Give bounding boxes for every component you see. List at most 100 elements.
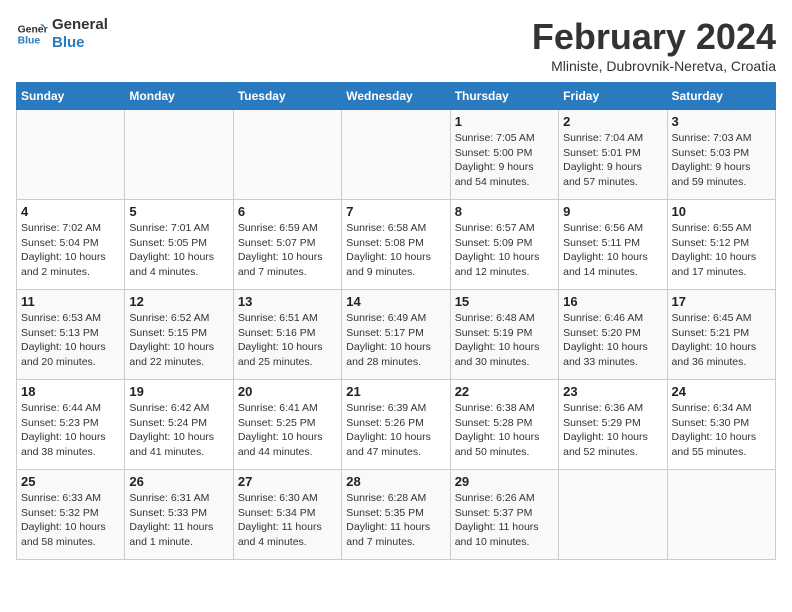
calendar-cell: 17Sunrise: 6:45 AMSunset: 5:21 PMDayligh… [667,290,775,380]
calendar-cell: 20 Sunrise: 6:41 AMSunset: 5:25 PMDayligh… [233,380,341,470]
calendar-week-3: 11 Sunrise: 6:53 AMSunset: 5:13 PMDayligh… [17,290,776,380]
weekday-header-thursday: Thursday [450,83,558,110]
svg-text:Blue: Blue [18,36,41,47]
day-number: 24 [672,384,771,399]
calendar-cell [342,110,450,200]
day-number: 9 [563,204,662,219]
title-block: February 2024 Mliniste, Dubrovnik-Neretv… [532,16,776,74]
day-number: 26 [129,474,228,489]
calendar-cell: 18 Sunrise: 6:44 AMSunset: 5:23 PMDayligh… [17,380,125,470]
logo: General Blue General Blue [16,16,108,52]
calendar-cell: 3 Sunrise: 7:03 AMSunset: 5:03 PMDaylight… [667,110,775,200]
day-info: Sunrise: 7:05 AMSunset: 5:00 PMDaylight:… [455,131,554,190]
weekday-header-tuesday: Tuesday [233,83,341,110]
day-info: Sunrise: 6:55 AMSunset: 5:12 PMDaylight:… [672,221,771,280]
day-number: 19 [129,384,228,399]
logo-icon: General Blue [16,18,48,50]
calendar-cell: 8Sunrise: 6:57 AMSunset: 5:09 PMDaylight… [450,200,558,290]
calendar-cell [17,110,125,200]
calendar-cell: 4 Sunrise: 7:02 AMSunset: 5:04 PMDaylight… [17,200,125,290]
day-number: 28 [346,474,445,489]
calendar-cell: 25 Sunrise: 6:33 AMSunset: 5:32 PMDayligh… [17,470,125,560]
day-info: Sunrise: 6:28 AMSunset: 5:35 PMDaylight:… [346,491,445,550]
day-number: 23 [563,384,662,399]
day-info: Sunrise: 6:44 AMSunset: 5:23 PMDaylight:… [21,401,120,460]
day-number: 10 [672,204,771,219]
day-number: 16 [563,294,662,309]
logo-blue: Blue [52,34,108,52]
day-number: 11 [21,294,120,309]
day-number: 20 [238,384,337,399]
calendar-cell: 6 Sunrise: 6:59 AMSunset: 5:07 PMDaylight… [233,200,341,290]
logo-general: General [52,16,108,34]
day-info: Sunrise: 7:01 AMSunset: 5:05 PMDaylight:… [129,221,228,280]
calendar-week-2: 4 Sunrise: 7:02 AMSunset: 5:04 PMDaylight… [17,200,776,290]
calendar-table: SundayMondayTuesdayWednesdayThursdayFrid… [16,82,776,560]
location: Mliniste, Dubrovnik-Neretva, Croatia [532,58,776,74]
calendar-week-1: 1 Sunrise: 7:05 AMSunset: 5:00 PMDaylight… [17,110,776,200]
day-number: 15 [455,294,554,309]
calendar-cell: 19 Sunrise: 6:42 AMSunset: 5:24 PMDayligh… [125,380,233,470]
day-info: Sunrise: 6:59 AMSunset: 5:07 PMDaylight:… [238,221,337,280]
calendar-cell [233,110,341,200]
day-info: Sunrise: 6:42 AMSunset: 5:24 PMDaylight:… [129,401,228,460]
day-number: 3 [672,114,771,129]
weekday-header-monday: Monday [125,83,233,110]
day-number: 7 [346,204,445,219]
day-number: 22 [455,384,554,399]
day-info: Sunrise: 6:56 AMSunset: 5:11 PMDaylight:… [563,221,662,280]
day-info: Sunrise: 6:31 AMSunset: 5:33 PMDaylight:… [129,491,228,550]
calendar-cell: 28 Sunrise: 6:28 AMSunset: 5:35 PMDayligh… [342,470,450,560]
calendar-cell: 10 Sunrise: 6:55 AMSunset: 5:12 PMDayligh… [667,200,775,290]
day-info: Sunrise: 6:39 AMSunset: 5:26 PMDaylight:… [346,401,445,460]
day-info: Sunrise: 6:57 AMSunset: 5:09 PMDaylight:… [455,221,554,280]
day-info: Sunrise: 6:26 AMSunset: 5:37 PMDaylight:… [455,491,554,550]
calendar-cell: 23 Sunrise: 6:36 AMSunset: 5:29 PMDayligh… [559,380,667,470]
day-number: 29 [455,474,554,489]
weekday-header-sunday: Sunday [17,83,125,110]
calendar-cell [559,470,667,560]
day-info: Sunrise: 7:03 AMSunset: 5:03 PMDaylight:… [672,131,771,190]
calendar-cell [667,470,775,560]
day-number: 5 [129,204,228,219]
weekday-header-row: SundayMondayTuesdayWednesdayThursdayFrid… [17,83,776,110]
calendar-week-4: 18 Sunrise: 6:44 AMSunset: 5:23 PMDayligh… [17,380,776,470]
day-number: 21 [346,384,445,399]
day-number: 18 [21,384,120,399]
day-number: 14 [346,294,445,309]
day-info: Sunrise: 6:30 AMSunset: 5:34 PMDaylight:… [238,491,337,550]
day-info: Sunrise: 6:53 AMSunset: 5:13 PMDaylight:… [21,311,120,370]
calendar-cell: 16 Sunrise: 6:46 AMSunset: 5:20 PMDayligh… [559,290,667,380]
day-info: Sunrise: 6:52 AMSunset: 5:15 PMDaylight:… [129,311,228,370]
weekday-header-saturday: Saturday [667,83,775,110]
day-number: 13 [238,294,337,309]
calendar-cell: 14 Sunrise: 6:49 AMSunset: 5:17 PMDayligh… [342,290,450,380]
calendar-cell: 27Sunrise: 6:30 AMSunset: 5:34 PMDayligh… [233,470,341,560]
weekday-header-wednesday: Wednesday [342,83,450,110]
day-info: Sunrise: 6:58 AMSunset: 5:08 PMDaylight:… [346,221,445,280]
day-number: 25 [21,474,120,489]
day-info: Sunrise: 6:49 AMSunset: 5:17 PMDaylight:… [346,311,445,370]
day-number: 6 [238,204,337,219]
calendar-cell [125,110,233,200]
day-info: Sunrise: 6:46 AMSunset: 5:20 PMDaylight:… [563,311,662,370]
calendar-cell: 12 Sunrise: 6:52 AMSunset: 5:15 PMDayligh… [125,290,233,380]
calendar-cell: 1 Sunrise: 7:05 AMSunset: 5:00 PMDaylight… [450,110,558,200]
day-info: Sunrise: 6:36 AMSunset: 5:29 PMDaylight:… [563,401,662,460]
calendar-cell: 15 Sunrise: 6:48 AMSunset: 5:19 PMDayligh… [450,290,558,380]
day-number: 1 [455,114,554,129]
calendar-cell: 11 Sunrise: 6:53 AMSunset: 5:13 PMDayligh… [17,290,125,380]
day-info: Sunrise: 6:45 AMSunset: 5:21 PMDaylight:… [672,311,771,370]
day-number: 4 [21,204,120,219]
day-info: Sunrise: 7:02 AMSunset: 5:04 PMDaylight:… [21,221,120,280]
day-number: 12 [129,294,228,309]
calendar-cell: 21 Sunrise: 6:39 AMSunset: 5:26 PMDayligh… [342,380,450,470]
day-info: Sunrise: 6:51 AMSunset: 5:16 PMDaylight:… [238,311,337,370]
day-info: Sunrise: 6:41 AMSunset: 5:25 PMDaylight:… [238,401,337,460]
calendar-cell: 7 Sunrise: 6:58 AMSunset: 5:08 PMDaylight… [342,200,450,290]
day-info: Sunrise: 6:48 AMSunset: 5:19 PMDaylight:… [455,311,554,370]
calendar-cell: 13 Sunrise: 6:51 AMSunset: 5:16 PMDayligh… [233,290,341,380]
day-number: 2 [563,114,662,129]
month-title: February 2024 [532,16,776,58]
day-info: Sunrise: 6:33 AMSunset: 5:32 PMDaylight:… [21,491,120,550]
